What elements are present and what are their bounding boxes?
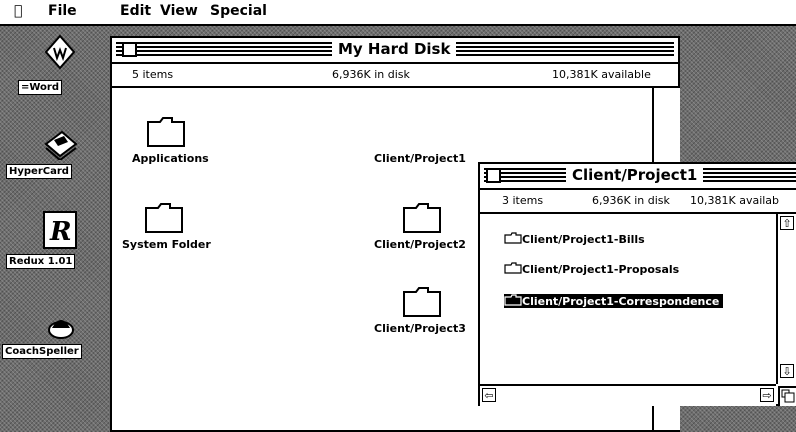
folder-label: Client/Project2 bbox=[374, 238, 466, 251]
window-title: My Hard Disk bbox=[332, 40, 457, 58]
scroll-down-arrow-icon[interactable]: ⇩ bbox=[780, 364, 794, 378]
resize-box[interactable] bbox=[778, 386, 796, 406]
desktop-icon-label: =Word bbox=[18, 80, 63, 95]
hypercard-icon bbox=[44, 130, 78, 160]
scroll-up-arrow-icon[interactable]: ⇧ bbox=[780, 216, 794, 230]
resize-icon bbox=[781, 389, 795, 403]
list-item-label: Client/Project1-Bills bbox=[522, 233, 645, 246]
folder-icon bbox=[504, 232, 522, 244]
folder-client-project2[interactable]: Client/Project2 bbox=[374, 202, 474, 262]
disk-usage: 6,936K in disk bbox=[332, 68, 410, 81]
desktop-icon-label: Redux 1.01 bbox=[6, 254, 76, 269]
menu-view[interactable]: View bbox=[160, 3, 198, 19]
folder-icon bbox=[145, 203, 183, 233]
disk-usage: 6,936K in disk bbox=[592, 194, 670, 207]
list-item-label: Client/Project1-Correspondence bbox=[522, 295, 720, 308]
scroll-left-arrow-icon[interactable]: ⇦ bbox=[482, 388, 496, 402]
close-box[interactable] bbox=[486, 168, 501, 183]
menu-edit[interactable]: Edit bbox=[120, 3, 151, 19]
horizontal-scrollbar[interactable]: ⇦ ⇨ bbox=[480, 384, 776, 406]
desktop-icon-redux[interactable]: R Redux 1.01 bbox=[0, 208, 112, 278]
apple-menu-icon[interactable]:  bbox=[14, 3, 22, 19]
list-item[interactable]: Client/Project1-Bills bbox=[504, 232, 645, 246]
folder-client-project3[interactable]: Client/Project3 bbox=[374, 286, 474, 346]
folder-icon bbox=[403, 203, 441, 233]
item-count: 5 items bbox=[132, 68, 174, 81]
window-title: Client/Project1 bbox=[566, 166, 704, 184]
list-item-selected[interactable]: Client/Project1-Correspondence bbox=[504, 294, 724, 308]
redux-icon: R bbox=[43, 211, 77, 249]
svg-text:R: R bbox=[49, 217, 72, 247]
desktop-icon-coachspeller[interactable]: CoachSpeller bbox=[0, 298, 112, 368]
folder-label: Applications bbox=[132, 152, 209, 165]
folder-icon bbox=[403, 287, 441, 317]
folder-system[interactable]: System Folder bbox=[122, 202, 222, 262]
folder-label: Client/Project1 bbox=[374, 152, 466, 165]
desktop: =Word HyperCard R Redux 1.01 CoachSpelle… bbox=[0, 26, 796, 432]
item-count: 3 items bbox=[502, 194, 544, 207]
menu-bar:  File Edit View Special bbox=[0, 0, 796, 26]
word-icon bbox=[44, 34, 76, 70]
desktop-icon-word[interactable]: =Word bbox=[0, 34, 112, 104]
menu-special[interactable]: Special bbox=[210, 3, 267, 19]
vertical-scrollbar[interactable]: ⇧ ⇩ bbox=[776, 214, 796, 384]
desktop-icon-label: CoachSpeller bbox=[2, 344, 82, 359]
folder-label: Client/Project3 bbox=[374, 322, 466, 335]
list-item-label: Client/Project1-Proposals bbox=[522, 263, 680, 276]
desktop-icon-label: HyperCard bbox=[6, 164, 72, 179]
disk-available: 10,381K available bbox=[552, 68, 651, 81]
folder-icon bbox=[504, 294, 522, 306]
list-item[interactable]: Client/Project1-Proposals bbox=[504, 262, 679, 276]
folder-icon bbox=[504, 262, 522, 274]
folder-icon bbox=[147, 117, 185, 147]
window-titlebar[interactable]: My Hard Disk bbox=[112, 38, 678, 64]
coachspeller-icon bbox=[48, 320, 74, 339]
disk-available: 10,381K availab bbox=[690, 194, 780, 207]
scroll-right-arrow-icon[interactable]: ⇨ bbox=[760, 388, 774, 402]
folder-client-project1[interactable]: Client/Project1 bbox=[374, 116, 474, 176]
window-titlebar[interactable]: Client/Project1 bbox=[480, 164, 796, 190]
menu-file[interactable]: File bbox=[48, 3, 77, 19]
folder-label: System Folder bbox=[122, 238, 211, 251]
window-info-bar: 5 items 6,936K in disk 10,381K available bbox=[112, 64, 678, 88]
folder-applications[interactable]: Applications bbox=[132, 116, 212, 176]
project-window: Client/Project1 3 items 6,936K in disk 1… bbox=[478, 162, 796, 406]
window-info-bar: 3 items 6,936K in disk 10,381K availab bbox=[480, 190, 796, 214]
close-box[interactable] bbox=[122, 42, 137, 57]
desktop-icon-hypercard[interactable]: HyperCard bbox=[0, 118, 112, 188]
